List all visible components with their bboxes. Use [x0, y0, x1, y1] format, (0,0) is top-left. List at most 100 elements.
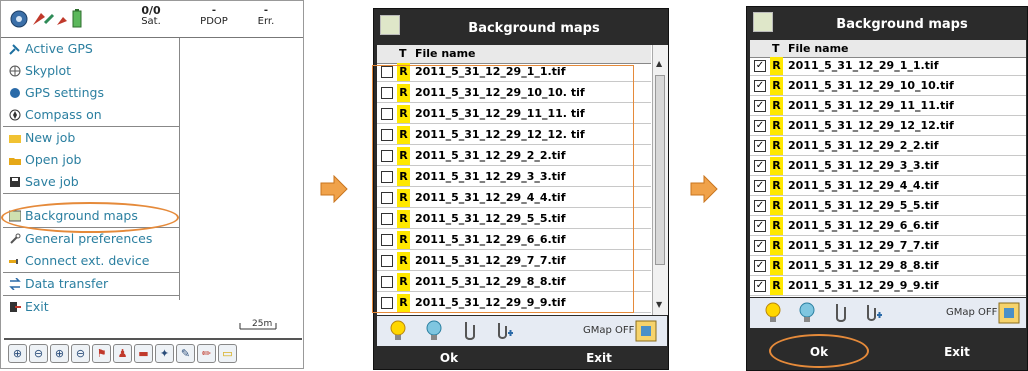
menu-item-gps-settings[interactable]: GPS settings — [3, 82, 179, 104]
menu-item-new-job[interactable]: New job — [3, 127, 179, 149]
checked-checkbox[interactable]: ✓ — [754, 220, 766, 232]
file-name: 2011_5_31_12_29_11_11.tif — [788, 99, 954, 112]
column-type-header: T — [399, 47, 407, 60]
type-tag: R — [770, 137, 783, 155]
menu-item-save-job[interactable]: Save job — [3, 171, 179, 193]
bottom-toolbar: GMap OFF — [750, 298, 1026, 328]
checked-checkbox[interactable]: ✓ — [754, 100, 766, 112]
table-row[interactable]: ✓ R 2011_5_31_12_29_11_11.tif — [750, 97, 1026, 116]
type-tag: R — [770, 77, 783, 95]
type-tag: R — [770, 117, 783, 135]
file-list: T File name ✓ R 2011_5_31_12_29_1_1.tif ✓ R… — [750, 40, 1026, 297]
checked-checkbox[interactable]: ✓ — [754, 280, 766, 292]
ok-button[interactable]: Ok — [769, 345, 869, 359]
scrollbar-thumb[interactable] — [655, 75, 665, 265]
window-title: Background maps — [468, 21, 600, 36]
menu-item-label: Skyplot — [25, 63, 72, 78]
menu-item-skyplot[interactable]: Skyplot — [3, 60, 179, 82]
map-toolbar: ⊕ ⊖ ⊕ ⊖ ⚑ ♟ ▬ ✦ ✎ ✏ ▭ — [4, 338, 302, 366]
list-header: T File name — [750, 40, 1026, 58]
main-menu: Active GPS Skyplot GPS settings Compass … — [3, 38, 180, 314]
gmap-status: GMap OFF — [583, 325, 635, 336]
new-folder-icon — [9, 135, 21, 143]
status-bar: 0/0 Sat. - PDOP - Err. — [1, 1, 303, 38]
menu-item-connect-ext-device[interactable]: Connect ext. device — [3, 250, 179, 272]
car-icon[interactable]: ▬ — [134, 343, 153, 363]
menu-item-exit[interactable]: Exit — [3, 296, 179, 318]
list-header: T File name — [377, 45, 651, 64]
table-row[interactable]: ✓ R 2011_5_31_12_29_8_8.tif — [750, 257, 1026, 276]
save-icon — [10, 177, 20, 187]
table-row[interactable]: ✓ R 2011_5_31_12_29_12_12.tif — [750, 117, 1026, 136]
gmap-toggle-icon[interactable] — [635, 320, 657, 342]
scroll-down-icon[interactable]: ▼ — [656, 300, 662, 309]
flag-icon[interactable]: ⚑ — [92, 343, 111, 363]
vertical-scrollbar[interactable]: ▲ ▼ — [652, 45, 668, 315]
ok-button[interactable]: Ok — [394, 351, 504, 365]
file-name: 2011_5_31_12_29_10_10.tif — [788, 79, 954, 92]
attach-add-icon[interactable] — [864, 302, 882, 324]
checked-checkbox[interactable]: ✓ — [754, 120, 766, 132]
checked-checkbox[interactable]: ✓ — [754, 140, 766, 152]
exit-button[interactable]: Exit — [544, 351, 654, 365]
satellite-tool-icon[interactable]: ✦ — [155, 343, 174, 363]
arrow-right-icon — [690, 175, 718, 203]
table-row[interactable]: ✓ R 2011_5_31_12_29_7_7.tif — [750, 237, 1026, 256]
exit-button[interactable]: Exit — [907, 345, 1007, 359]
skyplot-icon — [9, 65, 21, 77]
table-row[interactable]: ✓ R 2011_5_31_12_29_4_4.tif — [750, 177, 1026, 196]
table-row[interactable]: ✓ R 2011_5_31_12_29_3_3.tif — [750, 157, 1026, 176]
table-row[interactable]: ✓ R 2011_5_31_12_29_10_10.tif — [750, 77, 1026, 96]
menu-item-label: Connect ext. device — [25, 253, 150, 268]
zoom-in-icon[interactable]: ⊕ — [8, 343, 27, 363]
blue-bulb-icon[interactable] — [425, 320, 443, 342]
person-icon[interactable]: ♟ — [113, 343, 132, 363]
scroll-up-icon[interactable]: ▲ — [656, 59, 662, 68]
type-tag: R — [770, 237, 783, 255]
sat-count: 0/0 — [141, 4, 161, 17]
paperclip-icon[interactable] — [461, 320, 479, 342]
wrench-icon — [10, 233, 21, 244]
satellite-icon — [9, 44, 20, 55]
checked-checkbox[interactable]: ✓ — [754, 60, 766, 72]
blue-bulb-icon[interactable] — [798, 302, 816, 324]
open-folder-icon — [9, 158, 21, 165]
attach-add-icon[interactable] — [495, 320, 513, 342]
table-row[interactable]: ✓ R 2011_5_31_12_29_1_1.tif — [750, 57, 1026, 76]
checked-checkbox[interactable]: ✓ — [754, 80, 766, 92]
compass-icon — [9, 109, 21, 121]
menu-item-data-transfer[interactable]: Data transfer — [3, 273, 179, 295]
file-name: 2011_5_31_12_29_2_2.tif — [788, 139, 939, 152]
zoom-window-icon[interactable]: ⊕ — [50, 343, 69, 363]
checked-checkbox[interactable]: ✓ — [754, 260, 766, 272]
yellow-bulb-icon[interactable] — [389, 320, 407, 342]
checked-checkbox[interactable]: ✓ — [754, 240, 766, 252]
table-row[interactable]: ✓ R 2011_5_31_12_29_5_5.tif — [750, 197, 1026, 216]
table-row[interactable]: ✓ R 2011_5_31_12_29_9_9.tif — [750, 277, 1026, 296]
checked-checkbox[interactable]: ✓ — [754, 160, 766, 172]
file-name: 2011_5_31_12_29_12_12.tif — [788, 119, 954, 132]
background-maps-screen: Background maps T File name R 2011_5_31_1… — [372, 8, 669, 370]
table-row[interactable]: ✓ R 2011_5_31_12_29_6_6.tif — [750, 217, 1026, 236]
file-name: 2011_5_31_12_29_4_4.tif — [788, 179, 939, 192]
ruler-icon[interactable]: ▭ — [218, 343, 237, 363]
table-row[interactable]: ✓ R 2011_5_31_12_29_2_2.tif — [750, 137, 1026, 156]
menu-item-active-gps[interactable]: Active GPS — [3, 38, 179, 60]
type-tag: R — [770, 217, 783, 235]
checked-checkbox[interactable]: ✓ — [754, 200, 766, 212]
type-tag: R — [770, 177, 783, 195]
menu-item-open-job[interactable]: Open job — [3, 149, 179, 171]
type-tag: R — [770, 277, 783, 295]
sat-label: Sat. — [141, 16, 161, 27]
paperclip-icon[interactable] — [832, 302, 850, 324]
checked-checkbox[interactable]: ✓ — [754, 180, 766, 192]
pencil-icon[interactable]: ✏ — [197, 343, 216, 363]
app-icon — [380, 15, 400, 35]
menu-item-compass-on[interactable]: Compass on — [3, 104, 179, 126]
measure-icon[interactable]: ✎ — [176, 343, 195, 363]
zoom-out-icon[interactable]: ⊖ — [29, 343, 48, 363]
menu-item-label: Exit — [25, 299, 49, 314]
gmap-toggle-icon[interactable] — [998, 302, 1020, 324]
yellow-bulb-icon[interactable] — [764, 302, 782, 324]
zoom-all-icon[interactable]: ⊖ — [71, 343, 90, 363]
